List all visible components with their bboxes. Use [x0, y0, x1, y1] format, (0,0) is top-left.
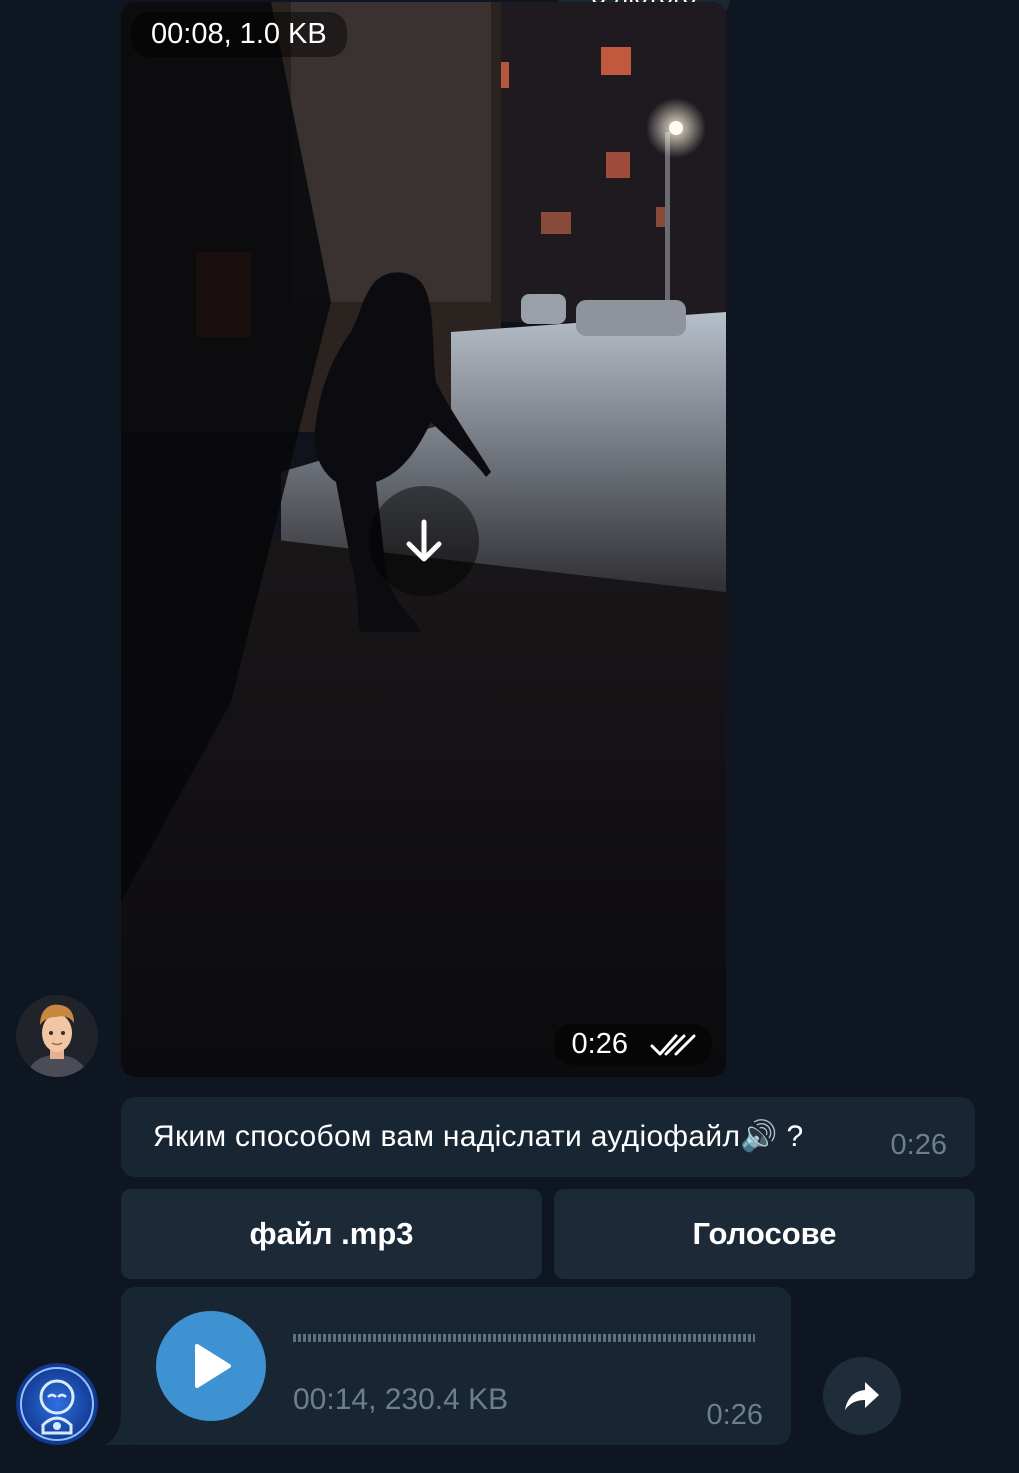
video-message[interactable]: 00:08, 1.0 KB 0:26	[121, 2, 726, 1077]
message-time: 0:26	[890, 1129, 947, 1161]
person-avatar-icon	[16, 995, 98, 1077]
user-avatar[interactable]	[16, 995, 98, 1077]
video-time-badge: 0:26	[553, 1024, 712, 1065]
audio-message[interactable]: 00:14, 230.4 KB 0:26	[121, 1287, 791, 1445]
play-button[interactable]	[156, 1311, 266, 1421]
video-meta: 00:08, 1.0 KB	[131, 12, 347, 57]
download-button[interactable]	[369, 486, 479, 596]
keyboard-button-mp3[interactable]: файл .mp3	[121, 1189, 542, 1279]
play-icon	[195, 1344, 231, 1388]
arrow-down-icon	[406, 519, 442, 562]
audio-meta: 00:14, 230.4 KB	[293, 1383, 509, 1416]
robot-avatar-icon	[16, 1363, 98, 1445]
audio-waveform[interactable]	[293, 1334, 755, 1342]
keyboard-button-label: файл .mp3	[249, 1216, 414, 1251]
forward-arrow-icon	[845, 1382, 879, 1410]
video-time: 0:26	[571, 1028, 628, 1060]
double-check-icon	[650, 1034, 696, 1055]
text-message[interactable]: Яким способом вам надіслати аудіофайл🔊 ?…	[121, 1097, 975, 1177]
forward-button[interactable]	[823, 1357, 901, 1435]
message-text: Яким способом вам надіслати аудіофайл🔊 ?	[153, 1120, 804, 1153]
keyboard-button-voice[interactable]: Голосове	[554, 1189, 975, 1279]
audio-time: 0:26	[706, 1399, 763, 1431]
bot-avatar[interactable]	[16, 1363, 98, 1445]
keyboard-button-label: Голосове	[692, 1216, 837, 1251]
